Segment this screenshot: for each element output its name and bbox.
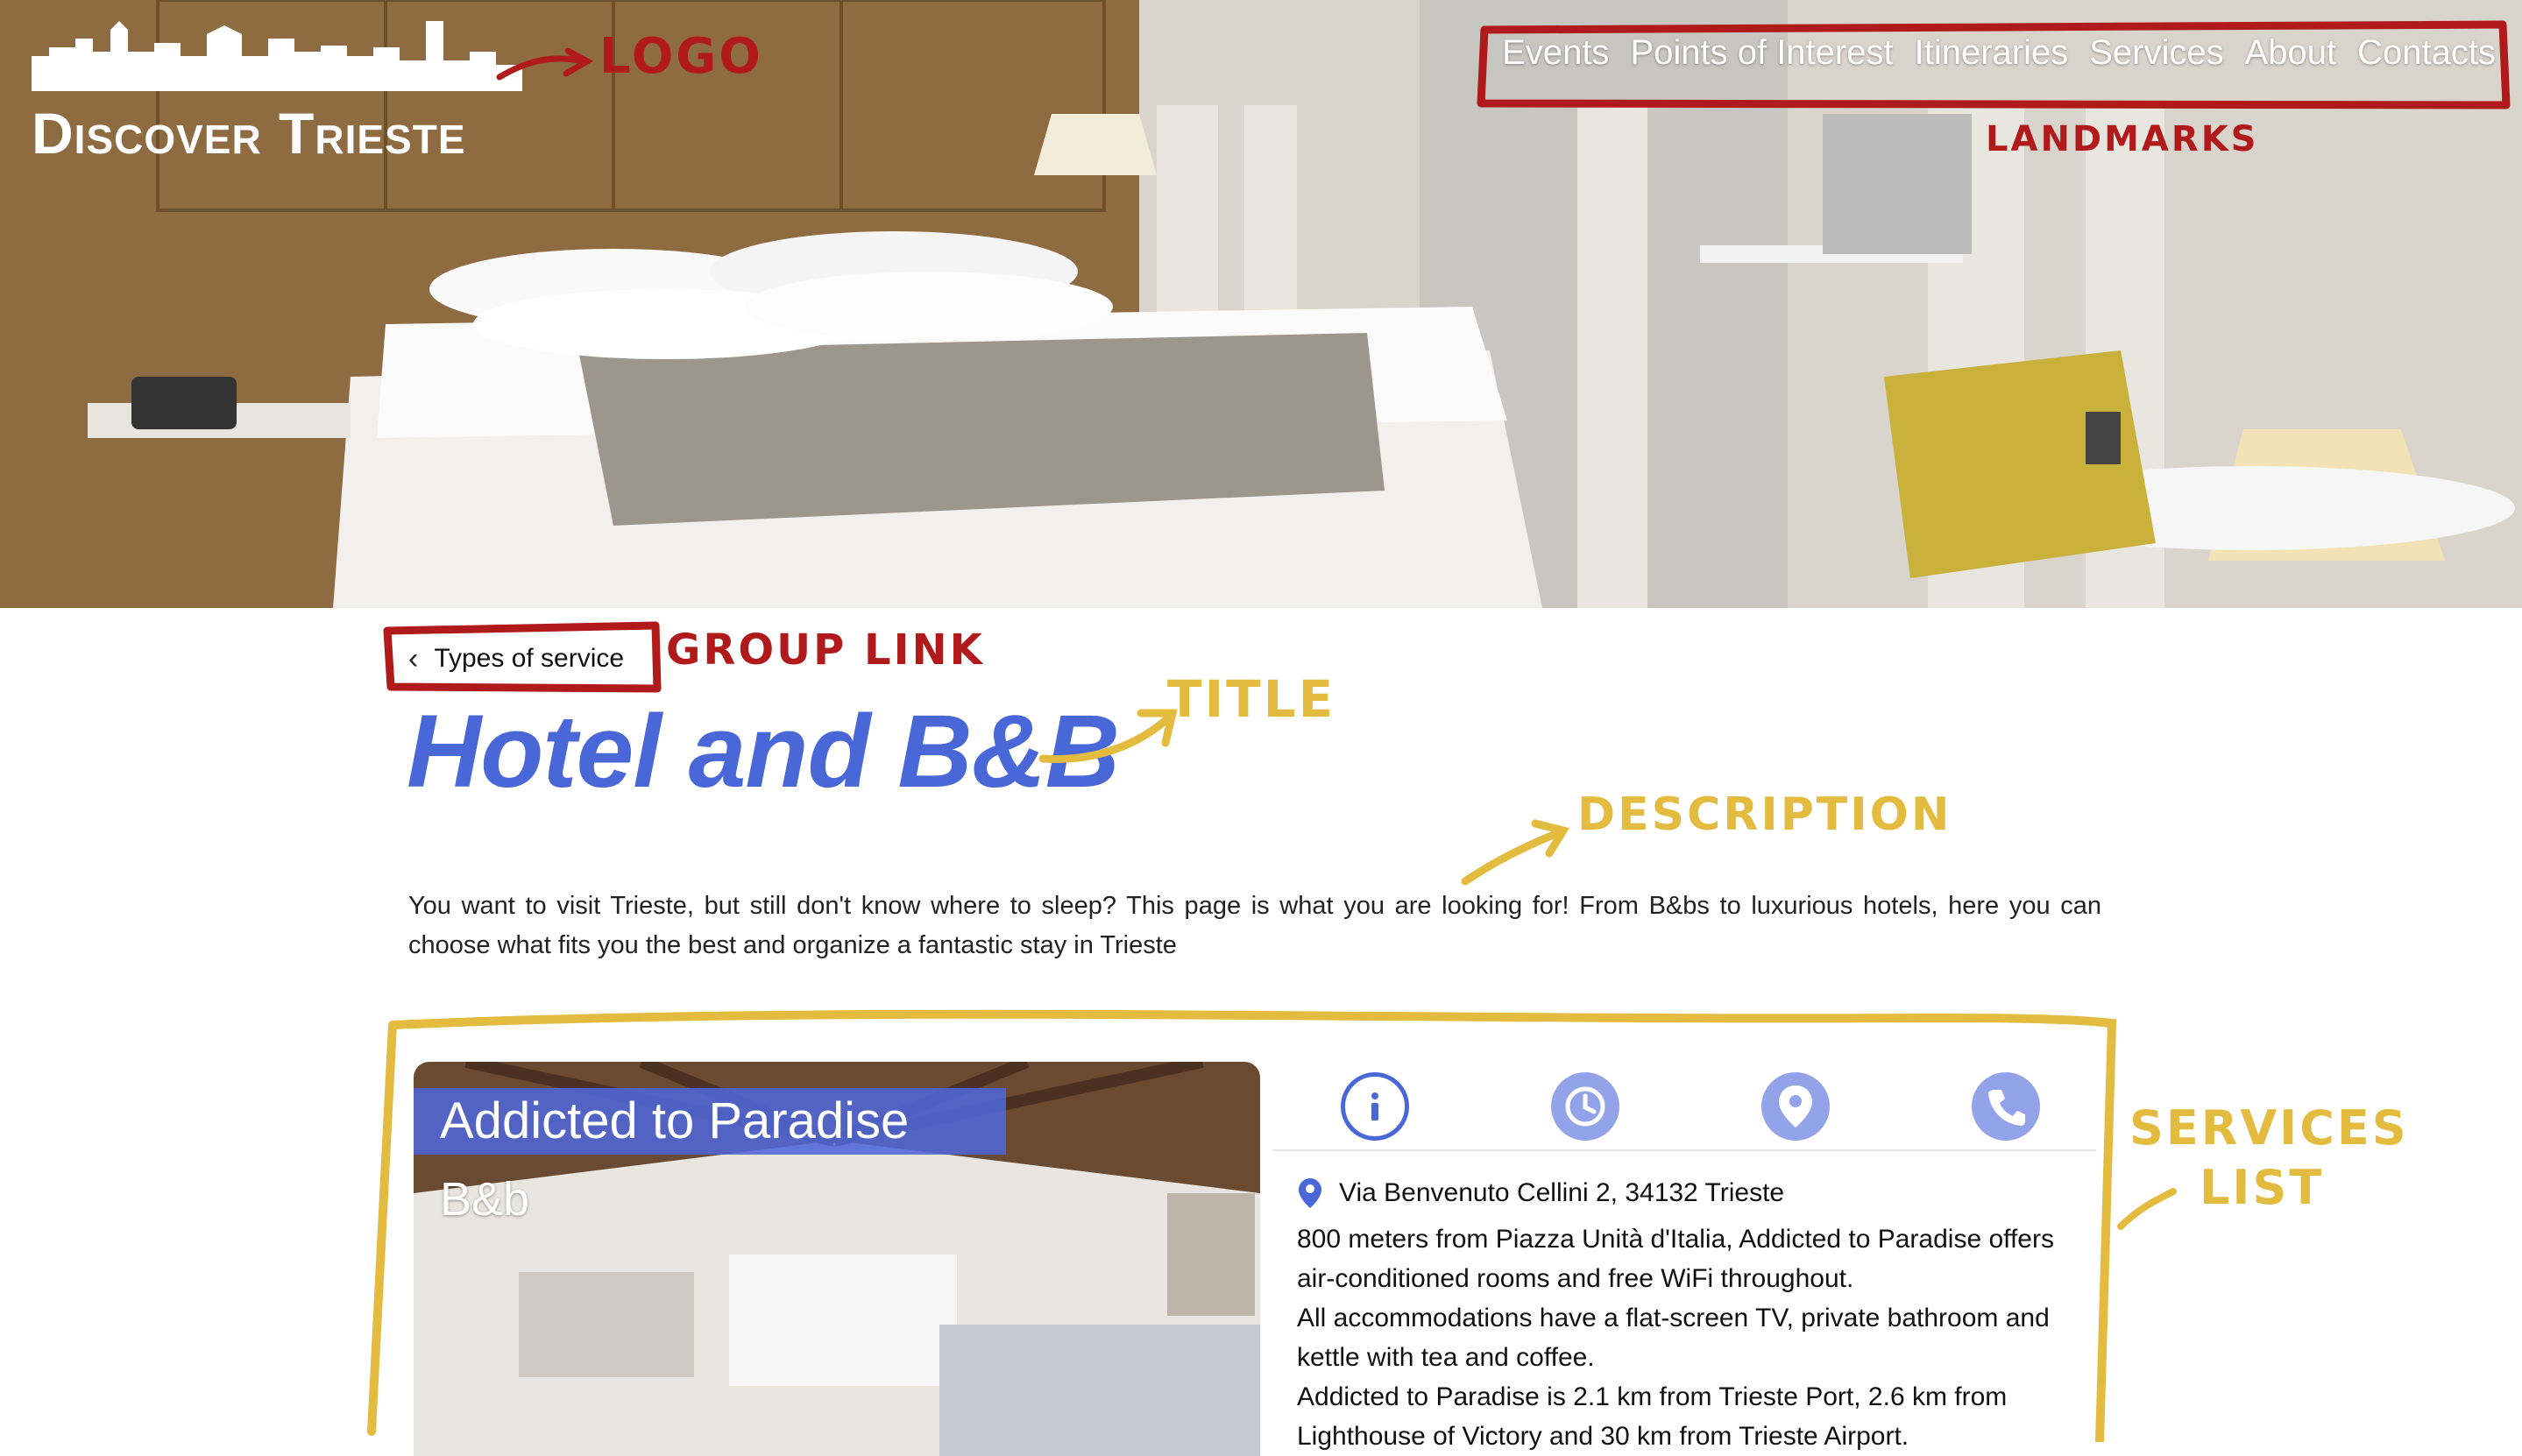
nav-about[interactable]: About bbox=[2245, 33, 2337, 73]
site-logo[interactable]: Discover Trieste bbox=[32, 12, 540, 166]
map-pin-icon bbox=[1779, 1085, 1812, 1127]
detail-line: 800 meters from Piazza Unità d'Italia, A… bbox=[1297, 1225, 2054, 1293]
nav-events[interactable]: Events bbox=[1502, 33, 1609, 73]
location-pin-icon bbox=[1299, 1178, 1321, 1208]
main-nav: Events Points of Interest Itineraries Se… bbox=[1502, 33, 2496, 73]
service-type: B&b bbox=[440, 1173, 530, 1226]
nav-points-of-interest[interactable]: Points of Interest bbox=[1630, 33, 1893, 73]
annotation-services-list-2: LIST bbox=[2200, 1160, 2325, 1215]
page-description: You want to visit Trieste, but still don… bbox=[408, 892, 2101, 959]
tab-location[interactable] bbox=[1761, 1072, 1830, 1141]
service-details: 800 meters from Piazza Unità d'Italia, A… bbox=[1297, 1219, 2086, 1456]
service-name: Addicted to Paradise bbox=[414, 1088, 1006, 1155]
nav-itineraries[interactable]: Itineraries bbox=[1915, 33, 2069, 73]
annotation-title: TITLE bbox=[1167, 669, 1336, 729]
tab-info[interactable] bbox=[1341, 1072, 1409, 1141]
address-text: Via Benvenuto Cellini 2, 34132 Trieste bbox=[1339, 1178, 1785, 1207]
group-link-types-of-service[interactable]: ‹ Types of service bbox=[396, 633, 636, 685]
skyline-logo-icon bbox=[32, 21, 522, 91]
annotation-logo: LOGO bbox=[599, 28, 763, 85]
tab-hours[interactable] bbox=[1551, 1072, 1619, 1141]
phone-icon bbox=[1988, 1090, 2025, 1126]
detail-line: Addicted to Paradise is 2.1 km from Trie… bbox=[1297, 1382, 2008, 1451]
hero-banner: Discover Trieste Events Points of Intere… bbox=[0, 0, 2522, 608]
annotation-services-list: SERVICES bbox=[2129, 1100, 2409, 1156]
service-info-tabs bbox=[1272, 1071, 2096, 1151]
service-address: Via Benvenuto Cellini 2, 34132 Trieste bbox=[1297, 1177, 1784, 1210]
chevron-left-icon: ‹ bbox=[408, 641, 419, 675]
annotation-description: DESCRIPTION bbox=[1577, 788, 1952, 841]
group-link-label: Types of service bbox=[434, 644, 625, 673]
page-title: Hotel and B&B bbox=[407, 694, 1120, 809]
nav-services[interactable]: Services bbox=[2089, 33, 2223, 73]
detail-line: All accommodations have a flat-screen TV… bbox=[1297, 1304, 2050, 1372]
annotation-group-link: GROUP LINK bbox=[666, 626, 985, 675]
tab-phone[interactable] bbox=[1972, 1072, 2040, 1141]
clock-icon bbox=[1565, 1086, 1605, 1127]
nav-contacts[interactable]: Contacts bbox=[2357, 33, 2496, 73]
annotation-landmarks: LANDMARKS bbox=[1986, 119, 2259, 159]
info-icon bbox=[1371, 1092, 1378, 1120]
service-card-image[interactable]: Addicted to Paradise B&b bbox=[414, 1062, 1260, 1456]
brand-name: Discover Trieste bbox=[32, 101, 466, 166]
